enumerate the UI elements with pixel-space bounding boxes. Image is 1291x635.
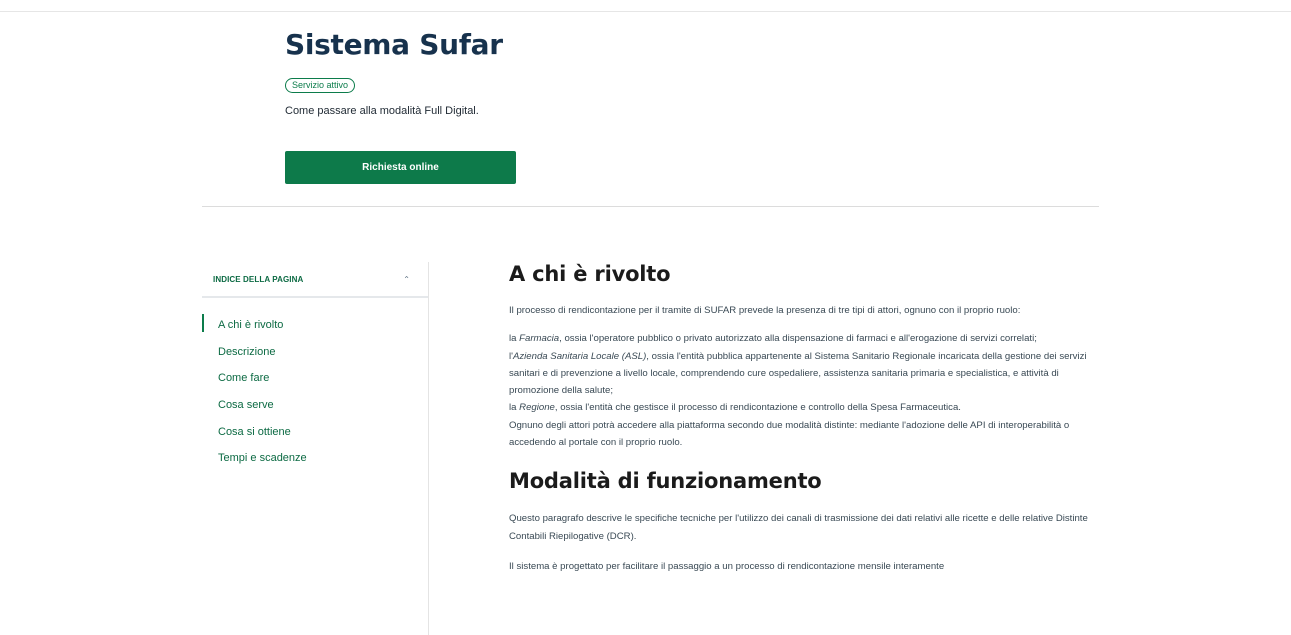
top-divider bbox=[0, 11, 1291, 12]
farmacia-text: , ossia l'operatore pubblico o privato a… bbox=[559, 333, 1037, 345]
farmacia-prefix: la bbox=[509, 333, 520, 345]
regione-term: Regione bbox=[519, 402, 555, 414]
page-index-item-come-fare[interactable]: Come fare bbox=[202, 366, 428, 393]
modes-paragraph: Questo paragrafo descrive le specifiche … bbox=[509, 513, 1088, 542]
page-index-item-cosa-si-ottiene[interactable]: Cosa si ottiene bbox=[202, 420, 428, 447]
page-index-list: A chi è rivolto Descrizione Come fare Co… bbox=[202, 298, 428, 473]
section-title-a-chi-e-rivolto: A chi è rivolto bbox=[509, 262, 671, 286]
regione-prefix: la bbox=[509, 402, 520, 414]
online-request-button[interactable]: Richiesta online bbox=[285, 151, 516, 184]
section-intro-paragraph: Il processo di rendicontazione per il tr… bbox=[509, 305, 1021, 316]
page-description: Come passare alla modalità Full Digital. bbox=[285, 105, 479, 117]
service-hero: Sistema Sufar Servizio attivo Come passa… bbox=[285, 26, 1105, 184]
asl-term: Azienda Sanitaria Locale (ASL) bbox=[512, 350, 647, 362]
modes-partial-paragraph: Il sistema è progettato per facilitare i… bbox=[509, 560, 945, 572]
actors-list-paragraph: la Farmacia, ossia l'operatore pubblico … bbox=[509, 330, 1099, 451]
actors-closing-text: Ognuno degli attori potrà accedere alla … bbox=[509, 419, 1070, 449]
page-index-item-descrizione[interactable]: Descrizione bbox=[202, 340, 428, 367]
page-index-item-tempi-e-scadenze[interactable]: Tempi e scadenze bbox=[202, 446, 428, 473]
section-title-modalita-di-funzionamento: Modalità di funzionamento bbox=[509, 469, 822, 494]
page-index: INDICE DELLA PAGINA ⌃ A chi è rivolto De… bbox=[202, 262, 429, 635]
chevron-up-icon[interactable]: ⌃ bbox=[403, 275, 410, 284]
page-index-item-cosa-serve[interactable]: Cosa serve bbox=[202, 393, 428, 420]
page-title: Sistema Sufar bbox=[285, 28, 503, 61]
page-index-title: INDICE DELLA PAGINA bbox=[213, 274, 304, 284]
page-index-item-a-chi-e-rivolto[interactable]: A chi è rivolto bbox=[202, 313, 428, 340]
farmacia-term: Farmacia bbox=[519, 333, 560, 345]
status-badge: Servizio attivo bbox=[285, 78, 356, 93]
regione-text: , ossia l'entità che gestisce il process… bbox=[554, 402, 961, 414]
page-index-header[interactable]: INDICE DELLA PAGINA ⌃ bbox=[202, 262, 428, 298]
main-content: A chi è rivolto Il processo di rendicont… bbox=[509, 259, 1099, 575]
hero-divider bbox=[202, 206, 1099, 207]
